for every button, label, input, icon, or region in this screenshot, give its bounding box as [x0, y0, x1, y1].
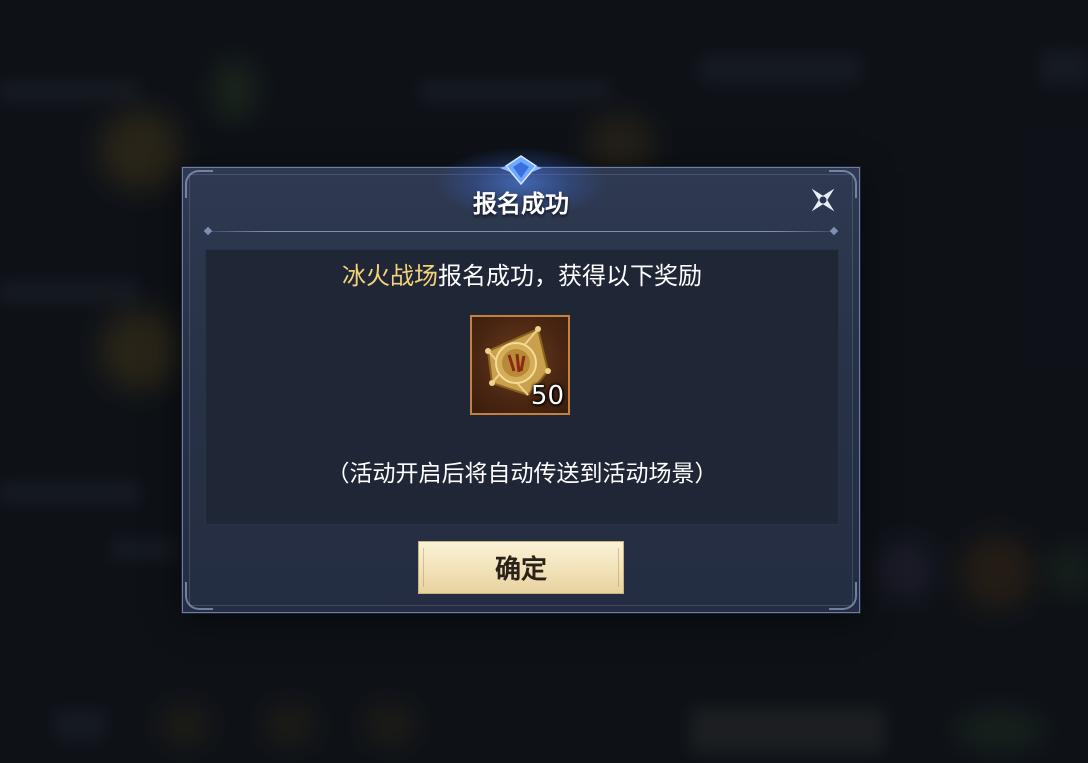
reward-message-text: 报名成功，获得以下奖励: [438, 262, 702, 290]
confirm-button[interactable]: 确定: [418, 541, 624, 594]
reward-message: 冰火战场报名成功，获得以下奖励: [206, 256, 838, 291]
close-icon[interactable]: [805, 182, 841, 218]
frame-corner-ornament: [829, 582, 857, 610]
title-divider: [205, 231, 837, 232]
teleport-note: （活动开启后将自动传送到活动场景）: [326, 461, 718, 487]
confirm-button-label: 确定: [494, 555, 547, 585]
frame-corner-ornament: [185, 582, 213, 610]
reward-item-slot[interactable]: 50: [470, 315, 570, 415]
dialog-title: 报名成功: [473, 189, 569, 218]
registration-success-dialog: 报名成功 冰火战场报名成功，获得以下奖励 50 （活动开启后将自动传送到活动场景…: [182, 148, 860, 613]
reward-count: 50: [530, 381, 564, 411]
event-name: 冰火战场: [342, 262, 438, 290]
blue-crystal-crest-icon: [500, 155, 542, 186]
dialog-content-panel: 冰火战场报名成功，获得以下奖励 50 （活动开启后将自动传送到活动场景）: [205, 249, 839, 525]
